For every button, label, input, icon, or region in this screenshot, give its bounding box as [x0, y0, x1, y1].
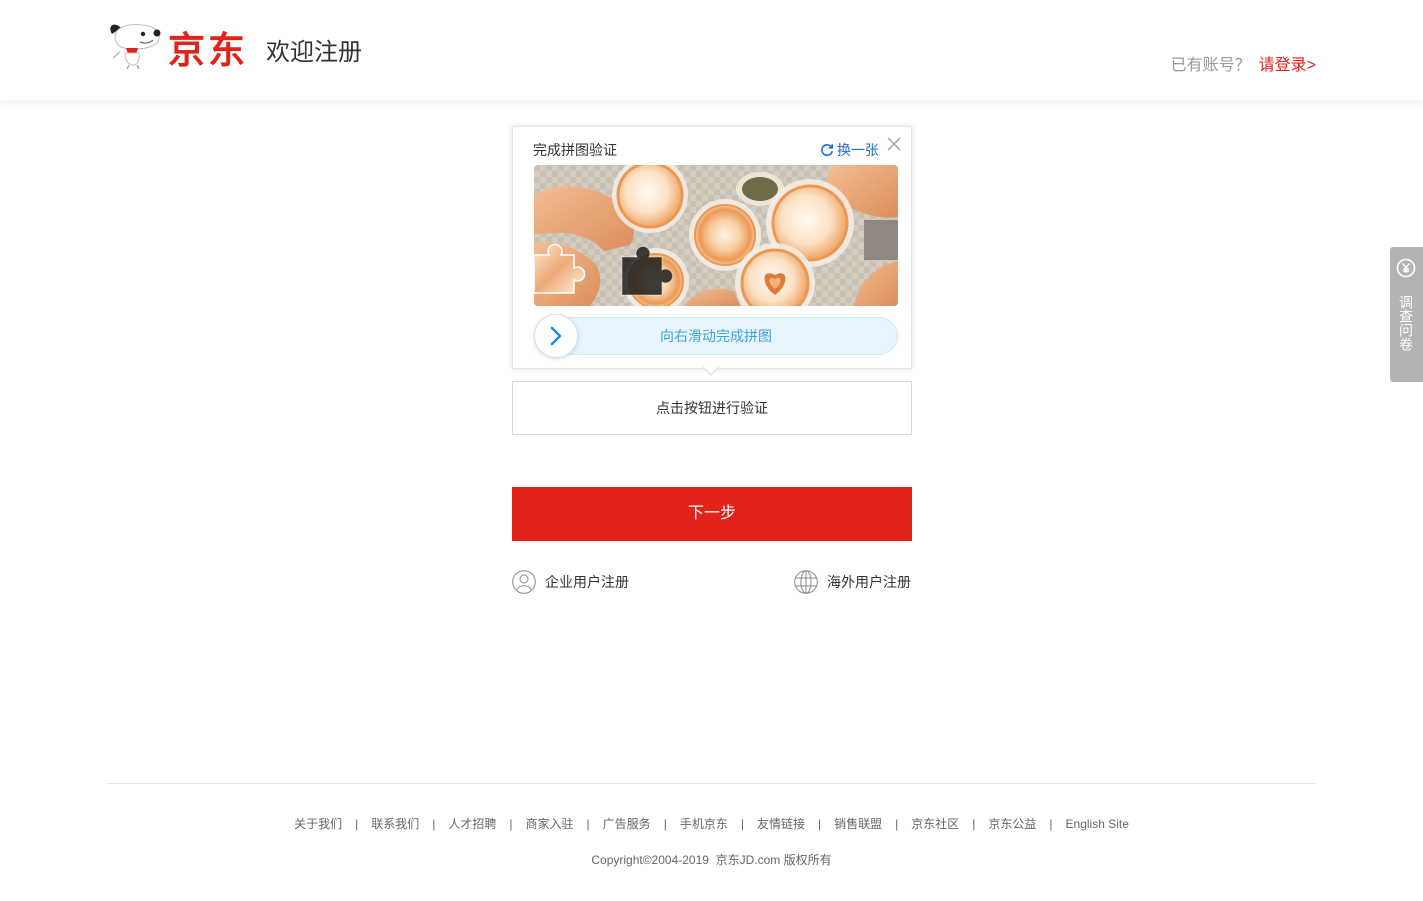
footer-link[interactable]: 商家入驻 [526, 817, 574, 831]
enterprise-register-label: 企业用户注册 [545, 574, 629, 590]
login-link[interactable]: 请登录> [1259, 56, 1316, 76]
registration-page: 京东 欢迎注册 已有账号？ 请登录> 完成拼图验证 换一张 向右滑动完成拼图 点… [0, 0, 1423, 901]
footer-link[interactable]: 联系我们 [371, 817, 419, 831]
login-prompt: 已有账号？ 请登录> [1171, 56, 1316, 76]
user-icon [512, 570, 536, 594]
footer-separator: | [586, 817, 590, 831]
footer-link[interactable]: 京东社区 [911, 817, 959, 831]
refresh-captcha-button[interactable]: 换一张 [820, 141, 879, 159]
verify-button[interactable]: 点击按钮进行验证 [512, 381, 912, 435]
survey-icon [1396, 258, 1416, 278]
refresh-icon [821, 144, 833, 157]
footer-link[interactable]: 人才招聘 [448, 817, 496, 831]
overseas-register-link[interactable]: 海外用户注册 [794, 570, 911, 594]
logo-text: 京东 [168, 29, 248, 72]
footer-link[interactable]: 关于我们 [294, 817, 342, 831]
footer-link[interactable]: English Site [1066, 817, 1129, 831]
has-account-text: 已有账号？ [1170, 57, 1251, 74]
footer-link[interactable]: 友情链接 [757, 817, 805, 831]
survey-tab[interactable]: 调查问卷 [1390, 247, 1423, 382]
popup-pointer [702, 358, 720, 376]
jd-mascot-icon [110, 24, 161, 69]
close-icon[interactable] [887, 137, 901, 151]
puzzle-background [534, 165, 898, 306]
jd-logo[interactable]: 京东 [107, 20, 257, 72]
footer-separator: | [663, 817, 667, 831]
footer-separator: | [740, 817, 744, 831]
footer-separator: | [895, 817, 899, 831]
site-header: 京东 欢迎注册 已有账号？ 请登录> [0, 0, 1423, 100]
copyright-text: Copyright©2004-2019 京东JD.com 版权所有 [591, 853, 832, 867]
footer-link[interactable]: 销售联盟 [834, 817, 882, 831]
footer-separator: | [1049, 817, 1053, 831]
captcha-popup: 完成拼图验证 换一张 向右滑动完成拼图 [512, 126, 912, 376]
globe-icon [794, 570, 818, 594]
footer-divider [107, 783, 1316, 784]
survey-tab-label: 调查问卷 [1398, 295, 1414, 351]
slider-hint-text: 向右滑动完成拼图 [660, 328, 772, 344]
footer-separator: | [817, 817, 822, 831]
footer-separator: | [355, 817, 359, 831]
footer-separator: | [432, 817, 436, 831]
captcha-slider-handle[interactable] [534, 314, 578, 358]
page-title: 欢迎注册 [266, 39, 362, 66]
refresh-label: 换一张 [837, 142, 879, 158]
overseas-register-label: 海外用户注册 [827, 574, 911, 590]
captcha-slider-track: 向右滑动完成拼图 [534, 317, 898, 355]
footer-separator: | [509, 817, 513, 831]
captcha-title: 完成拼图验证 [533, 142, 617, 158]
footer-link[interactable]: 京东公益 [988, 817, 1036, 831]
footer-separator: | [972, 817, 976, 831]
footer-link[interactable]: 广告服务 [603, 817, 651, 831]
footer-link[interactable]: 手机京东 [680, 817, 728, 831]
chevron-right-icon [550, 326, 562, 346]
next-step-button[interactable]: 下一步 [512, 487, 912, 541]
captcha-puzzle-image [534, 165, 898, 306]
enterprise-register-link[interactable]: 企业用户注册 [512, 570, 629, 594]
footer-links: 关于我们 | 联系我们 | 人才招聘 | 商家入驻 | 广告服务 | 手机京东 | 友情链接 | 销售联盟 |… [0, 816, 1423, 832]
